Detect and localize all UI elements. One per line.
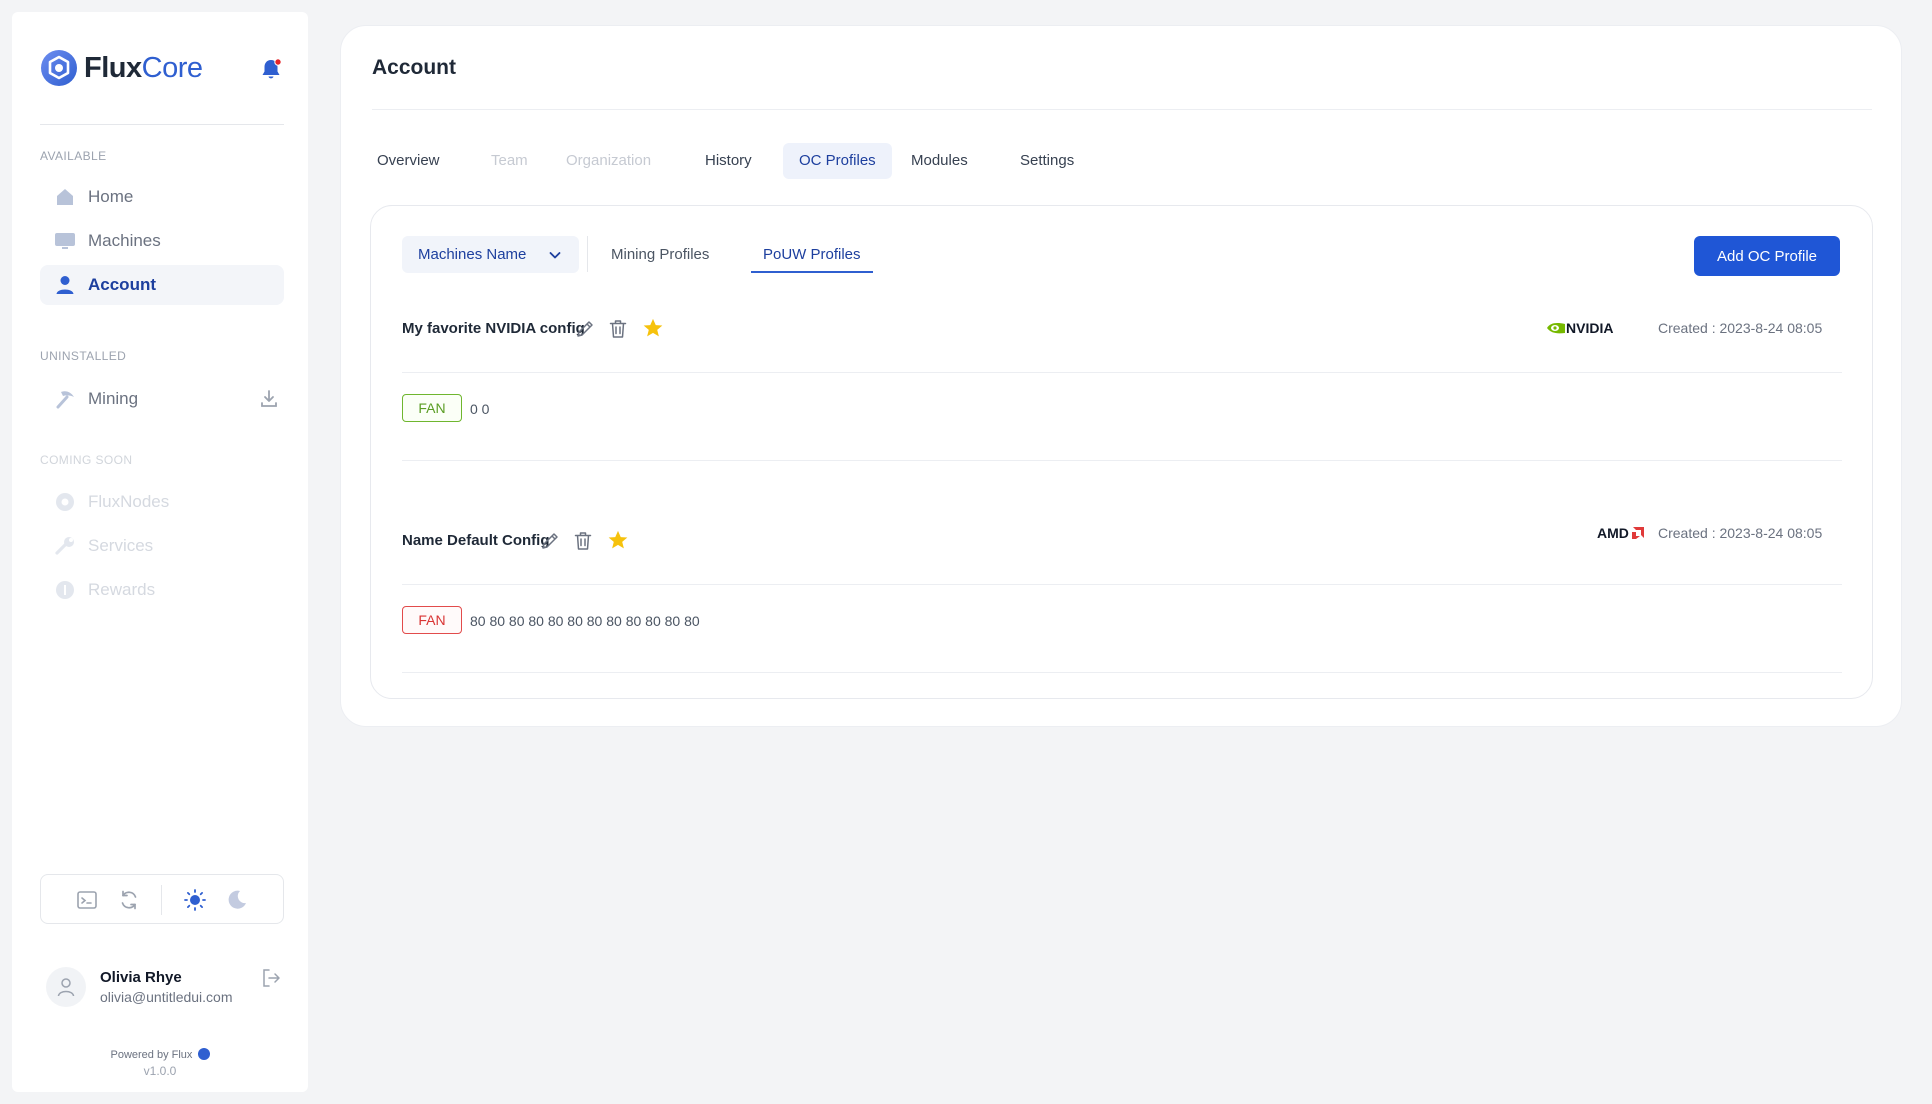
fan-values: 0 0 (470, 401, 490, 417)
brand-logo-link[interactable]: FluxCore (40, 49, 203, 87)
section-available: AVAILABLE (40, 149, 107, 163)
sidebar-item-rewards: Rewards (40, 570, 284, 610)
moon-icon[interactable] (225, 888, 249, 912)
created-date: Created : 2023-8-24 08:05 (1658, 320, 1823, 336)
tab-modules[interactable]: Modules (895, 143, 984, 179)
user-card: Olivia Rhye olivia@untitledui.com (46, 967, 286, 1027)
fan-values: 80 80 80 80 80 80 80 80 80 80 80 80 (470, 613, 700, 629)
toolbar-divider (161, 885, 162, 915)
main-card: Account Overview Team Organization Histo… (340, 25, 1902, 727)
sidebar: FluxCore AVAILABLE Home Machines Account… (12, 12, 308, 1092)
brand-name-light: Core (141, 51, 203, 84)
pickaxe-icon (56, 391, 74, 409)
sidebar-item-label: FluxNodes (88, 492, 170, 511)
oc-profiles-panel: Machines Name Mining Profiles PoUW Profi… (370, 205, 1873, 699)
sun-icon[interactable] (183, 888, 207, 912)
sidebar-item-fluxnodes: FluxNodes (40, 482, 284, 522)
logout-icon[interactable] (260, 967, 282, 989)
tab-overview[interactable]: Overview (361, 143, 456, 179)
tab-settings[interactable]: Settings (1004, 143, 1090, 179)
fluxnodes-icon (56, 493, 74, 511)
coin-icon (56, 581, 74, 599)
notification-bell-icon[interactable] (258, 56, 284, 82)
vendor-badge-nvidia: NVIDIA (1544, 320, 1613, 336)
edit-pencil-icon[interactable] (574, 318, 596, 340)
created-date: Created : 2023-8-24 08:05 (1658, 525, 1823, 541)
dropdown-label: Machines Name (418, 246, 527, 263)
terminal-icon[interactable] (75, 888, 99, 912)
powered-by: Powered by Flux (12, 1048, 308, 1061)
wrench-icon (55, 537, 74, 555)
delete-trash-icon[interactable] (572, 530, 594, 552)
fan-tag: FAN (402, 394, 462, 422)
row-divider (402, 372, 1842, 373)
user-avatar-icon (57, 978, 75, 997)
flux-mini-logo-icon (197, 1048, 210, 1060)
amd-logo-icon (1631, 527, 1644, 539)
sidebar-toolbar (40, 874, 284, 924)
app-version: v1.0.0 (143, 1064, 177, 1078)
delete-trash-icon[interactable] (607, 318, 629, 340)
brand-name-bold: Flux (84, 51, 142, 84)
sidebar-item-mining[interactable]: Mining (40, 379, 284, 419)
avatar[interactable] (46, 967, 86, 1007)
sidebar-item-label: Home (88, 187, 134, 206)
section-coming-soon: COMING SOON (40, 453, 133, 467)
row-divider (402, 460, 1842, 461)
profile-name: Name Default Config (402, 532, 550, 549)
download-icon[interactable] (258, 388, 280, 410)
app-root: FluxCore AVAILABLE Home Machines Account… (0, 0, 1932, 1104)
brand-name: FluxCore (84, 51, 203, 85)
sidebar-divider (40, 124, 284, 125)
edit-pencil-icon[interactable] (539, 530, 561, 552)
powered-by-text: Powered by Flux (110, 1049, 193, 1061)
title-divider (372, 109, 1872, 110)
user-icon (56, 276, 74, 294)
sidebar-item-label: Account (88, 275, 156, 294)
vendor-badge-amd: AMD (1597, 525, 1645, 541)
tab-history[interactable]: History (689, 143, 768, 179)
add-oc-profile-button[interactable]: Add OC Profile (1694, 236, 1840, 276)
favorite-star-icon[interactable] (607, 529, 629, 551)
machines-name-dropdown[interactable]: Machines Name (402, 236, 579, 273)
subtab-pouw-profiles[interactable]: PoUW Profiles (751, 236, 873, 273)
sidebar-item-label: Services (88, 536, 154, 555)
tab-organization: Organization (566, 152, 652, 169)
sidebar-item-account[interactable]: Account (40, 265, 284, 305)
tab-oc-profiles[interactable]: OC Profiles (783, 143, 892, 179)
user-email: olivia@untitledui.com (100, 989, 233, 1005)
page-title: Account (372, 56, 456, 79)
sidebar-item-label: Machines (88, 231, 161, 250)
subtab-divider (587, 236, 588, 272)
favorite-star-icon[interactable] (642, 317, 664, 339)
row-divider (402, 672, 1842, 673)
profile-name: My favorite NVIDIA config (402, 320, 585, 337)
vendor-name: AMD (1597, 525, 1629, 541)
monitor-icon (55, 233, 75, 249)
section-uninstalled: UNINSTALLED (40, 349, 127, 363)
fluxcore-logo-icon (41, 50, 77, 86)
refresh-icon[interactable] (117, 888, 141, 912)
subtab-mining-profiles[interactable]: Mining Profiles (599, 236, 721, 273)
sidebar-item-label: Mining (88, 389, 139, 408)
user-name: Olivia Rhye (100, 969, 182, 986)
home-icon (57, 189, 73, 205)
chevron-down-icon (549, 252, 561, 259)
vendor-name: NVIDIA (1566, 320, 1614, 336)
sidebar-item-label: Rewards (88, 580, 156, 599)
nvidia-logo-icon (1547, 323, 1565, 334)
sidebar-item-home[interactable]: Home (40, 177, 284, 217)
sidebar-item-machines[interactable]: Machines (40, 221, 284, 261)
sidebar-item-services: Services (40, 526, 284, 566)
fan-tag: FAN (402, 606, 462, 634)
row-divider (402, 584, 1842, 585)
tab-team: Team (491, 152, 528, 169)
